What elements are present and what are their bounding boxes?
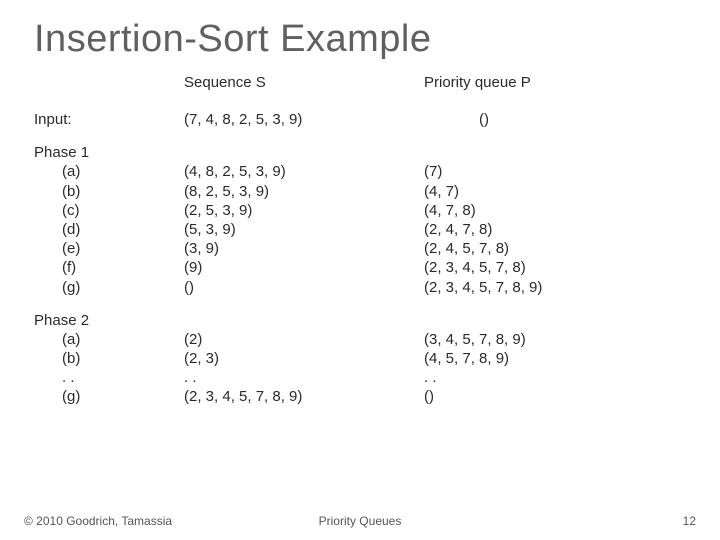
step-tag: (a) (34, 162, 184, 181)
slide: Insertion-Sort Example Input: Phase 1 (a… (0, 0, 720, 540)
pq-value: (2, 3, 4, 5, 7, 8, 9) (404, 278, 624, 297)
sequence-value: . . (184, 368, 404, 387)
col-priority-queue: Priority queue P () (7) (4, 7) (4, 7, 8)… (404, 73, 624, 407)
step-tag: (e) (34, 239, 184, 258)
content-grid: Input: Phase 1 (a) (b) (c) (d) (e) (f) (… (34, 73, 686, 407)
step-tag: (b) (34, 349, 184, 368)
pq-value: (4, 7) (404, 182, 624, 201)
pq-value: () (404, 387, 624, 406)
sequence-value: (2, 3, 4, 5, 7, 8, 9) (184, 387, 404, 406)
sequence-value: () (184, 278, 404, 297)
col-steps: Input: Phase 1 (a) (b) (c) (d) (e) (f) (… (34, 73, 184, 407)
footer-copyright: © 2010 Goodrich, Tamassia (24, 514, 172, 528)
sequence-value: (5, 3, 9) (184, 220, 404, 239)
pq-header: Priority queue P (404, 73, 624, 92)
pq-value: (2, 4, 5, 7, 8) (404, 239, 624, 258)
sequence-value: (2, 5, 3, 9) (184, 201, 404, 220)
step-tag: (b) (34, 182, 184, 201)
step-tag: (g) (34, 278, 184, 297)
pq-value: (2, 3, 4, 5, 7, 8) (404, 258, 624, 277)
phase2-label: Phase 2 (34, 311, 184, 330)
step-tag: (d) (34, 220, 184, 239)
input-label: Input: (34, 110, 184, 129)
step-tag: (c) (34, 201, 184, 220)
step-tag: (g) (34, 387, 184, 406)
pq-initial: () (404, 110, 624, 129)
pq-value: (3, 4, 5, 7, 8, 9) (404, 330, 624, 349)
pq-value: (2, 4, 7, 8) (404, 220, 624, 239)
sequence-value: (2, 3) (184, 349, 404, 368)
sequence-value: (8, 2, 5, 3, 9) (184, 182, 404, 201)
step-tag: (a) (34, 330, 184, 349)
step-tag: (f) (34, 258, 184, 277)
sequence-value: (3, 9) (184, 239, 404, 258)
sequence-initial: (7, 4, 8, 2, 5, 3, 9) (184, 110, 404, 129)
footer: © 2010 Goodrich, Tamassia Priority Queue… (24, 514, 696, 528)
sequence-value: (9) (184, 258, 404, 277)
sequence-value: (4, 8, 2, 5, 3, 9) (184, 162, 404, 181)
phase1-label: Phase 1 (34, 143, 184, 162)
pq-value: (7) (404, 162, 624, 181)
footer-page: 12 (683, 514, 696, 528)
sequence-header: Sequence S (184, 73, 404, 92)
col-sequence: Sequence S (7, 4, 8, 2, 5, 3, 9) (4, 8, … (184, 73, 404, 407)
slide-title: Insertion-Sort Example (34, 18, 686, 61)
pq-value: (4, 5, 7, 8, 9) (404, 349, 624, 368)
pq-value: (4, 7, 8) (404, 201, 624, 220)
step-tag: . . (34, 368, 184, 387)
sequence-value: (2) (184, 330, 404, 349)
pq-value: . . (404, 368, 624, 387)
